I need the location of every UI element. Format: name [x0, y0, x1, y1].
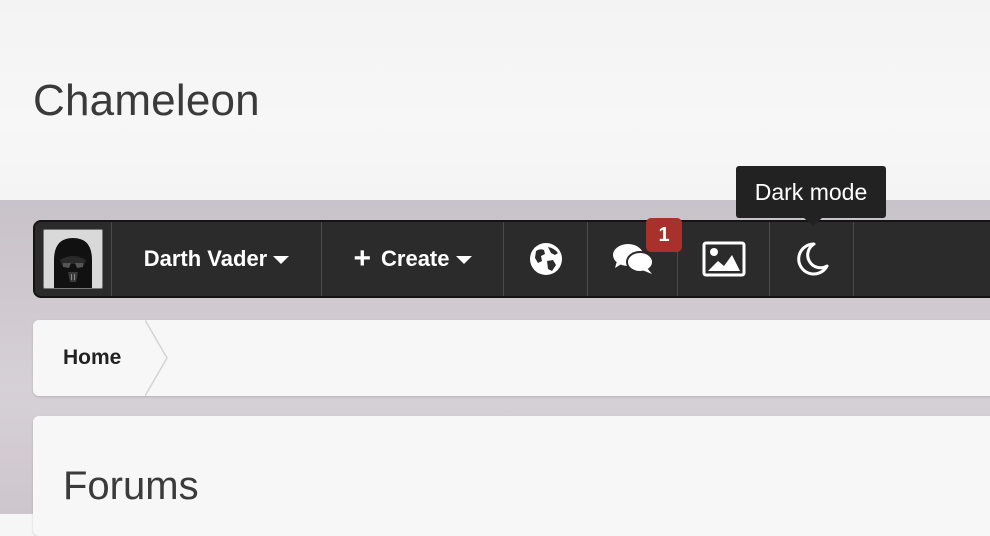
breadcrumb-separator — [145, 320, 168, 396]
breadcrumb-home[interactable]: Home — [63, 346, 121, 370]
create-button[interactable]: + Create — [322, 222, 504, 296]
darth-vader-avatar-icon — [44, 230, 102, 288]
user-name: Darth Vader — [143, 246, 268, 271]
plus-icon: + — [353, 242, 372, 275]
dark-mode-toggle[interactable] — [770, 222, 854, 296]
create-label: Create — [381, 246, 450, 271]
main-content: Forums — [33, 416, 990, 536]
chevron-down-icon — [273, 256, 290, 264]
tooltip-arrow — [804, 218, 822, 226]
breadcrumb: Home — [33, 320, 990, 396]
image-icon — [702, 241, 745, 277]
dark-mode-tooltip: Dark mode — [736, 166, 886, 218]
site-title[interactable]: Chameleon — [33, 76, 260, 126]
globe-button[interactable] — [504, 222, 588, 296]
top-navbar: Darth Vader + Create 1 — [33, 218, 990, 298]
avatar — [43, 229, 103, 289]
notification-badge: 1 — [646, 218, 682, 252]
chevron-down-icon — [455, 256, 472, 264]
moon-icon — [796, 242, 828, 276]
globe-icon — [529, 243, 562, 275]
media-button[interactable] — [678, 222, 770, 296]
page-title: Forums — [63, 464, 199, 508]
conversations-button[interactable]: 1 — [588, 218, 682, 296]
user-avatar-button[interactable] — [35, 222, 112, 296]
user-menu-button[interactable]: Darth Vader — [112, 222, 322, 296]
